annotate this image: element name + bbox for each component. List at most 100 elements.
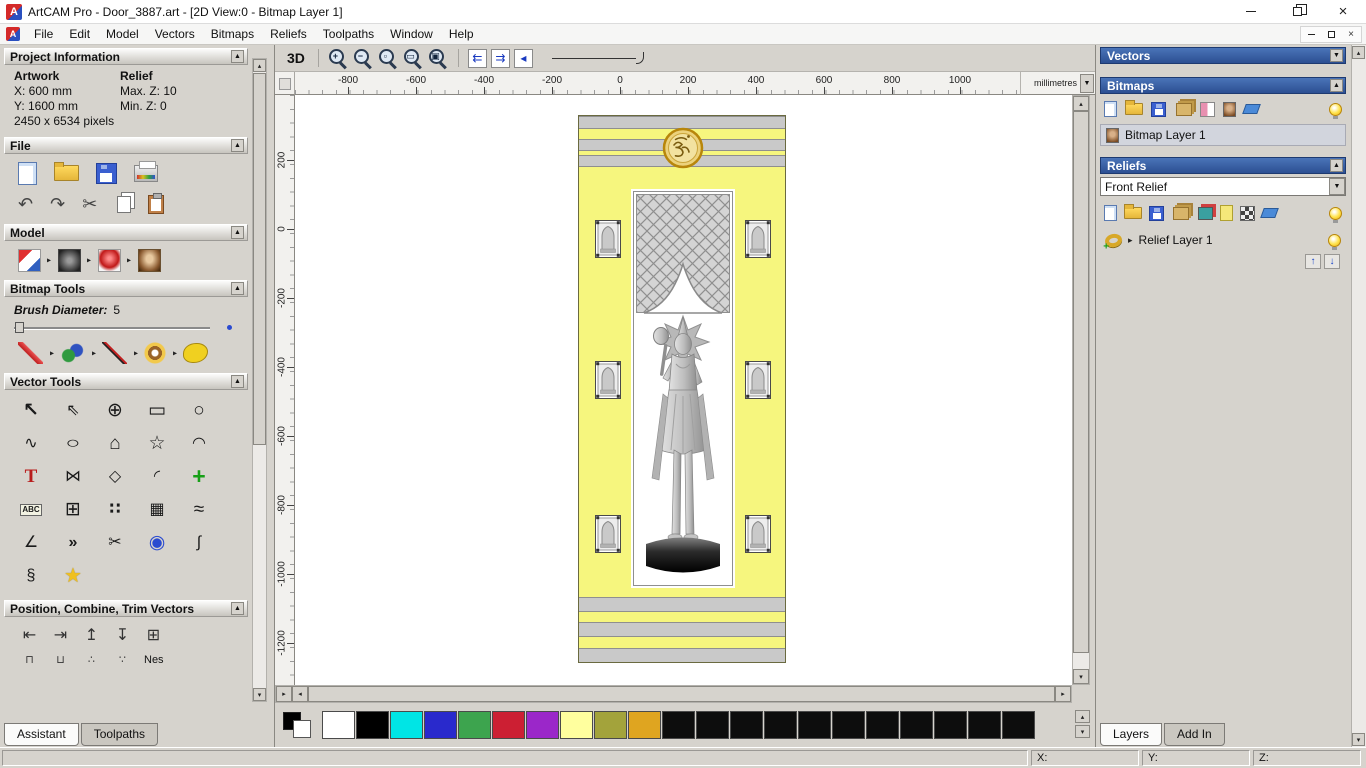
redo-icon[interactable]: ↷ <box>50 195 65 213</box>
menu-model[interactable]: Model <box>98 25 147 43</box>
open-model-icon[interactable] <box>54 162 79 181</box>
delete-bitmap-icon[interactable] <box>1242 104 1261 114</box>
child-close-button[interactable]: × <box>1341 27 1361 42</box>
menu-window[interactable]: Window <box>382 25 441 43</box>
relief-layer-name[interactable]: Relief Layer 1 <box>1139 233 1213 247</box>
palette-colour-swatch[interactable] <box>798 711 831 739</box>
restore-button[interactable] <box>1274 0 1320 23</box>
assistant-scrollbar[interactable]: ▴ ▾ <box>252 58 267 702</box>
print-icon[interactable] <box>134 160 158 182</box>
extrude-tool-icon[interactable]: ◉ <box>136 526 178 559</box>
save-bitmap-icon[interactable] <box>1151 101 1166 117</box>
duplicate-bitmap-icon[interactable] <box>1176 102 1192 116</box>
circle-tool-icon[interactable]: ○ <box>178 394 220 427</box>
offset-tool-icon[interactable]: ◇ <box>94 460 136 493</box>
scroll-down-button[interactable]: ▾ <box>1352 733 1365 746</box>
palette-colour-swatch[interactable] <box>390 711 423 739</box>
child-restore-button[interactable] <box>1321 27 1341 42</box>
paste-along-curve-tool-icon[interactable]: + <box>178 460 220 493</box>
palette-colour-swatch[interactable] <box>934 711 967 739</box>
palette-colour-swatch[interactable] <box>764 711 797 739</box>
relief-select[interactable]: Front Relief ▼ <box>1100 177 1346 196</box>
vertical-scrollbar[interactable]: ▴ ▾ <box>1072 95 1090 685</box>
scroll-down-button[interactable]: ▾ <box>253 688 266 701</box>
save-model-icon[interactable] <box>96 162 117 184</box>
bitmap-preview-icon[interactable] <box>1223 101 1236 117</box>
palette-colour-swatch[interactable] <box>356 711 389 739</box>
collapse-button[interactable]: ▲ <box>231 226 244 239</box>
weld-vectors-icon[interactable]: ⊓ <box>14 652 45 667</box>
pane-split-button[interactable]: ▸ <box>276 686 292 702</box>
scroll-up-button[interactable]: ▴ <box>253 59 266 72</box>
palette-colour-swatch[interactable] <box>458 711 491 739</box>
view-3d-button[interactable]: 3D <box>283 49 309 67</box>
palette-scroll-down-button[interactable]: ▾ <box>1075 725 1090 738</box>
align-centre-icon[interactable]: ⊞ <box>138 622 169 647</box>
text-block-tool-icon[interactable]: ABC <box>10 493 52 526</box>
palette-colour-swatch[interactable] <box>662 711 695 739</box>
palette-colour-swatch[interactable] <box>866 711 899 739</box>
align-bottom-icon[interactable]: ↧ <box>107 622 138 647</box>
menu-help[interactable]: Help <box>441 25 482 43</box>
bitmap-layer-name[interactable]: Bitmap Layer 1 <box>1125 128 1206 142</box>
paint-brush-icon[interactable] <box>18 342 43 364</box>
palette-colour-swatch[interactable] <box>1002 711 1035 739</box>
zoom-out-icon[interactable]: − <box>353 48 374 69</box>
text-tool-icon[interactable]: T <box>10 460 52 493</box>
array-copy-icon[interactable]: ∵ <box>107 652 138 667</box>
bitmap-layer-row[interactable]: Bitmap Layer 1 <box>1100 124 1346 146</box>
palette-colour-swatch[interactable] <box>730 711 763 739</box>
nesting-label[interactable]: Nes <box>144 654 164 666</box>
ellipse-tool-icon[interactable]: ○ <box>52 427 94 460</box>
freehand-draw-tool-icon[interactable]: ∿ <box>10 427 52 460</box>
block-copy-tool-icon[interactable]: ∷ <box>94 493 136 526</box>
collapse-button[interactable]: ▲ <box>231 282 244 295</box>
pan-left-icon[interactable]: ⇇ <box>467 48 487 68</box>
lighting-icon[interactable] <box>98 248 121 272</box>
fit-curve-tool-icon[interactable]: ≈ <box>178 493 220 526</box>
slice-vectors-icon[interactable]: ∴ <box>76 652 107 667</box>
spline-tool-icon[interactable]: ∫ <box>178 526 220 559</box>
zoom-page-icon[interactable]: ▭ <box>403 48 424 69</box>
zoom-objects-icon[interactable]: ▣ <box>428 48 449 69</box>
panel-scrollbar[interactable]: ▴ ▾ <box>1351 45 1366 747</box>
draw-pencil-icon[interactable] <box>102 342 127 364</box>
relief-preview-icon[interactable] <box>1240 205 1255 221</box>
collapse-button[interactable]: ▲ <box>231 50 244 63</box>
save-relief-icon[interactable] <box>1149 205 1164 221</box>
palette-colour-swatch[interactable] <box>526 711 559 739</box>
menu-reliefs[interactable]: Reliefs <box>262 25 315 43</box>
scroll-left-button[interactable]: ◂ <box>292 686 308 702</box>
palette-colour-swatch[interactable] <box>832 711 865 739</box>
menu-file[interactable]: File <box>26 25 61 43</box>
palette-colour-swatch[interactable] <box>628 711 661 739</box>
primary-secondary-colour-swatch[interactable] <box>281 711 317 739</box>
scrollbar-thumb[interactable] <box>308 686 1055 702</box>
duplicate-relief-icon[interactable] <box>1173 206 1189 220</box>
collapse-button[interactable]: ▲ <box>231 139 244 152</box>
align-top-icon[interactable]: ↥ <box>76 622 107 647</box>
slider-thumb[interactable] <box>15 322 24 333</box>
minimize-button[interactable] <box>1228 0 1274 23</box>
scroll-up-button[interactable]: ▴ <box>1352 46 1365 59</box>
zoom-window-icon[interactable]: ▫ <box>378 48 399 69</box>
polygon-tool-icon[interactable]: ⌂ <box>94 427 136 460</box>
palette-colour-swatch[interactable] <box>900 711 933 739</box>
palette-colour-swatch[interactable] <box>424 711 457 739</box>
tab-assistant[interactable]: Assistant <box>4 723 79 746</box>
copy-icon[interactable] <box>117 195 132 213</box>
tab-toolpaths[interactable]: Toolpaths <box>80 723 159 746</box>
menu-bitmaps[interactable]: Bitmaps <box>203 25 262 43</box>
palette-colour-swatch[interactable] <box>968 711 1001 739</box>
eraser-icon[interactable] <box>183 343 208 363</box>
wrap-tool-icon[interactable]: ★ <box>52 559 94 592</box>
palette-scroll-up-button[interactable]: ▴ <box>1075 710 1090 723</box>
collapse-button[interactable]: ▲ <box>231 602 244 615</box>
menu-toolpaths[interactable]: Toolpaths <box>315 25 382 43</box>
paste-icon[interactable] <box>148 192 165 214</box>
palette-colour-swatch[interactable] <box>594 711 627 739</box>
tab-layers[interactable]: Layers <box>1100 723 1163 746</box>
merge-bitmap-icon[interactable] <box>1200 101 1215 117</box>
arc-tool-icon[interactable]: ◠ <box>178 427 220 460</box>
delete-relief-icon[interactable] <box>1260 208 1279 218</box>
